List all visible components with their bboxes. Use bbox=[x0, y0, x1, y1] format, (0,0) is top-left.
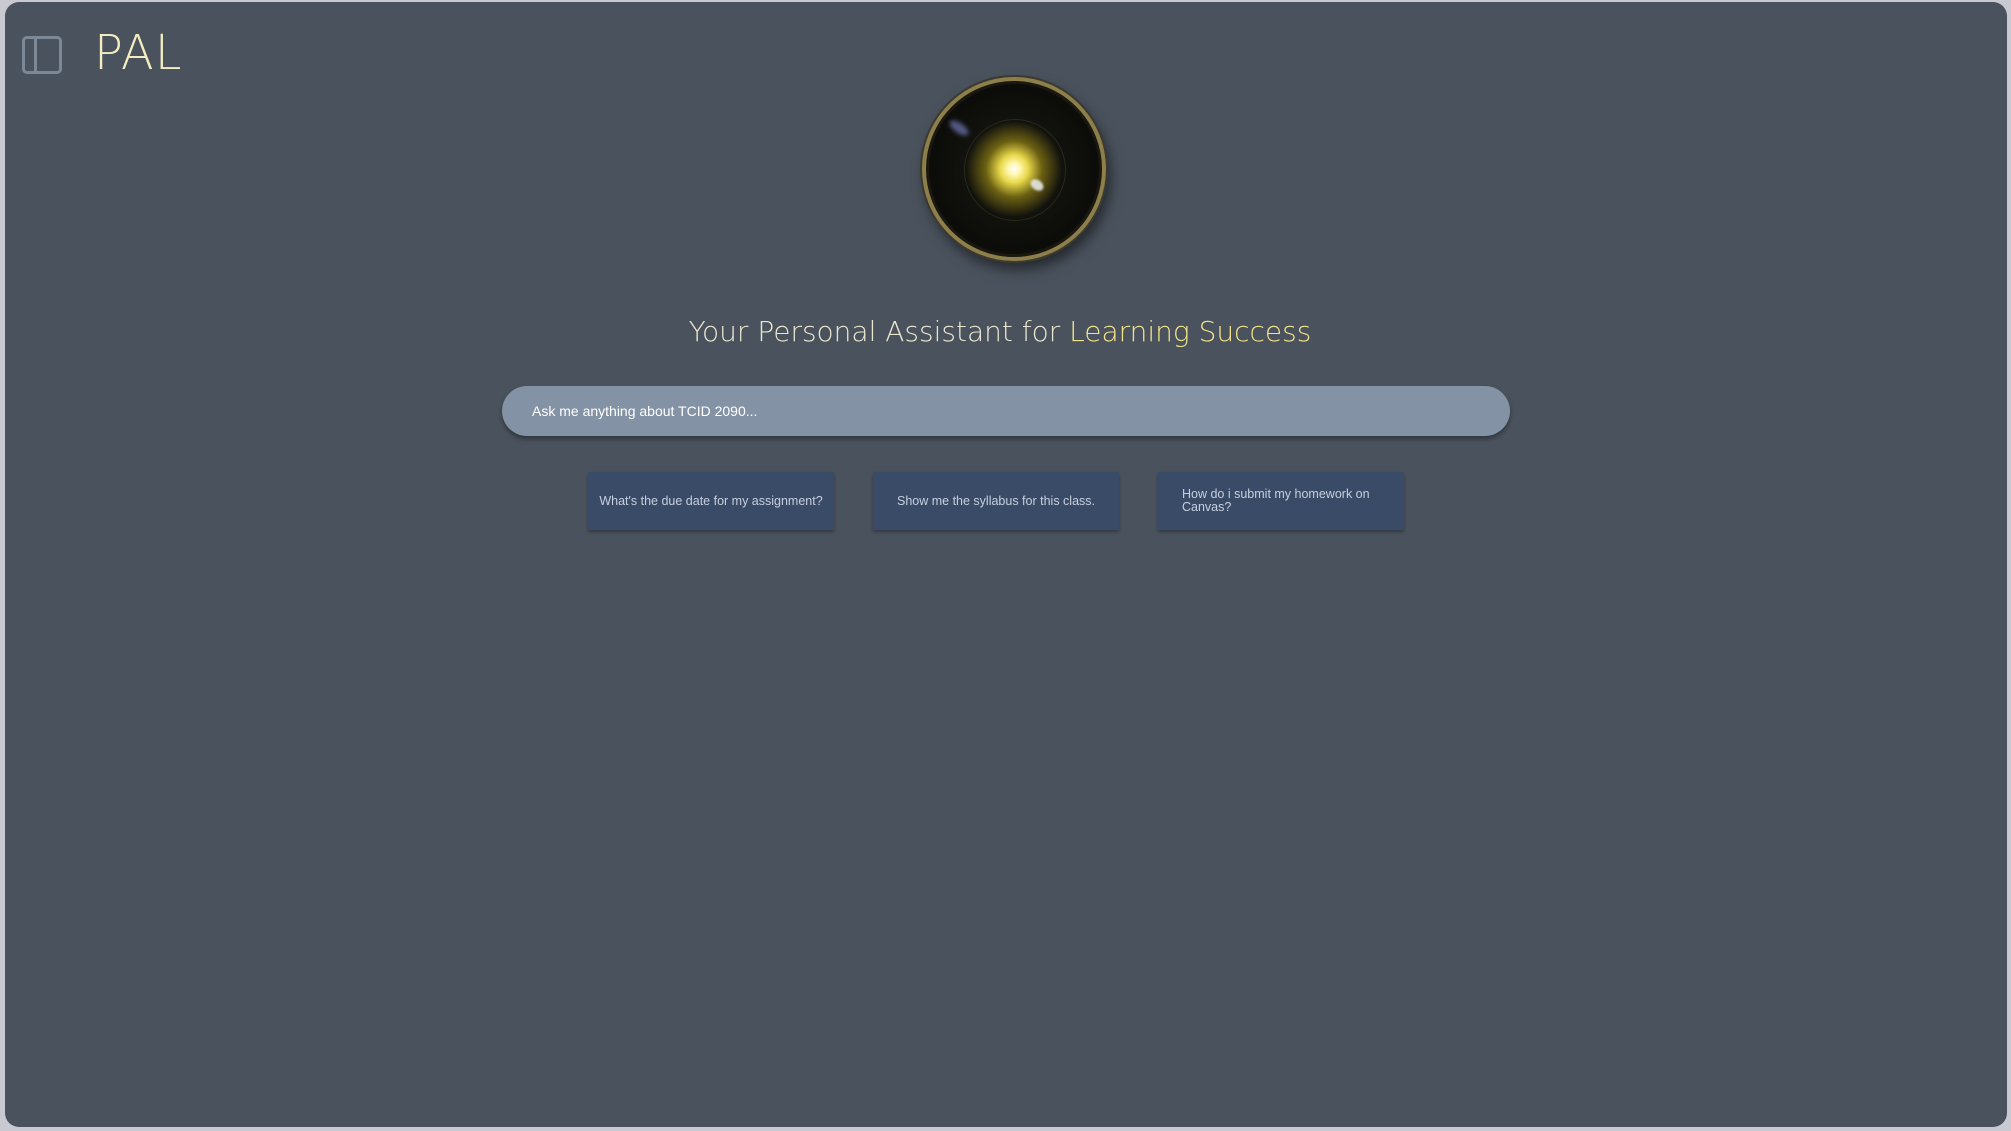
tagline-part-2: Assistant for bbox=[885, 315, 1070, 348]
tagline-accent: Learning Success bbox=[1069, 315, 1312, 348]
sidebar-toggle-icon[interactable] bbox=[22, 36, 62, 74]
tagline-part-1: Your Personal bbox=[688, 315, 886, 348]
app-title: PAL bbox=[94, 25, 183, 81]
suggestion-due-date-button[interactable]: What's the due date for my assignment? bbox=[588, 472, 834, 530]
app-window: PAL Your Personal Assistant for Learning… bbox=[5, 2, 2007, 1127]
tagline: Your Personal Assistant for Learning Suc… bbox=[5, 312, 1995, 352]
orb-glint-icon bbox=[947, 117, 971, 139]
suggestion-submit-homework-button[interactable]: How do i submit my homework on Canvas? bbox=[1158, 472, 1404, 530]
suggestion-syllabus-button[interactable]: Show me the syllabus for this class. bbox=[873, 472, 1119, 530]
glowing-orb-icon bbox=[922, 77, 1106, 261]
sidebar-toggle-divider bbox=[34, 39, 37, 71]
orb-ring bbox=[964, 119, 1066, 221]
search-input[interactable] bbox=[502, 386, 1510, 436]
